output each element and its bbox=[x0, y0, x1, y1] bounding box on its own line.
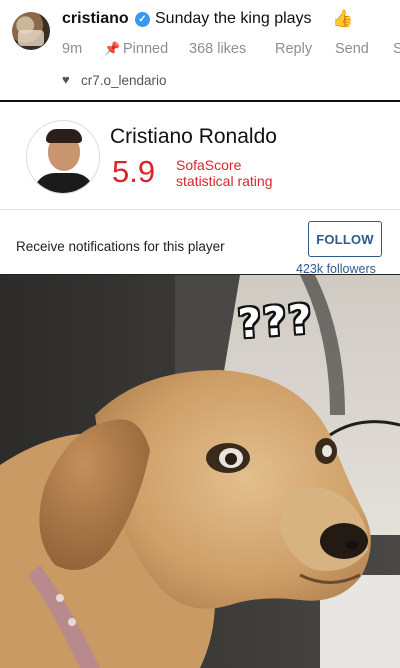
player-card: Cristiano Ronaldo 5.9 SofaScore statisti… bbox=[0, 100, 400, 276]
rating-label: SofaScore statistical rating bbox=[176, 157, 272, 189]
verified-badge-icon: ✓ bbox=[135, 12, 150, 27]
follow-button[interactable]: FOLLOW bbox=[308, 221, 382, 257]
cut-off-action[interactable]: S bbox=[393, 41, 400, 57]
liked-by-user[interactable]: cr7.o_lendario bbox=[81, 73, 167, 88]
divider bbox=[0, 209, 400, 210]
reply-button[interactable]: Reply bbox=[275, 41, 312, 57]
heart-icon: ♥ bbox=[62, 72, 70, 87]
comment-time: 9m bbox=[62, 41, 83, 57]
pin-icon: 📌 bbox=[104, 41, 121, 56]
comment-username[interactable]: cristiano bbox=[62, 10, 129, 28]
rating-label-desc: statistical rating bbox=[176, 173, 273, 189]
thumbs-up-emoji: 👍 bbox=[332, 9, 354, 28]
rating-label-brand: SofaScore bbox=[176, 157, 242, 173]
player-photo bbox=[26, 120, 100, 194]
followers-count: 423k followers bbox=[296, 262, 376, 276]
meme-image: ??? bbox=[0, 275, 400, 668]
pinned-label: Pinned bbox=[123, 41, 169, 57]
player-rating: 5.9 bbox=[112, 154, 156, 189]
comment-text: Sunday the king plays bbox=[155, 10, 312, 27]
likes-count[interactable]: 368 likes bbox=[189, 41, 246, 57]
instagram-comment: cristiano ✓ Sunday the king plays 👍 9m 📌… bbox=[0, 0, 400, 100]
notifications-text: Receive notifications for this player bbox=[16, 239, 225, 254]
avatar[interactable] bbox=[12, 12, 50, 50]
question-marks-overlay: ??? bbox=[236, 296, 316, 348]
send-button[interactable]: Send bbox=[335, 41, 369, 57]
player-name: Cristiano Ronaldo bbox=[110, 125, 277, 148]
confused-dog-illustration bbox=[0, 275, 400, 668]
